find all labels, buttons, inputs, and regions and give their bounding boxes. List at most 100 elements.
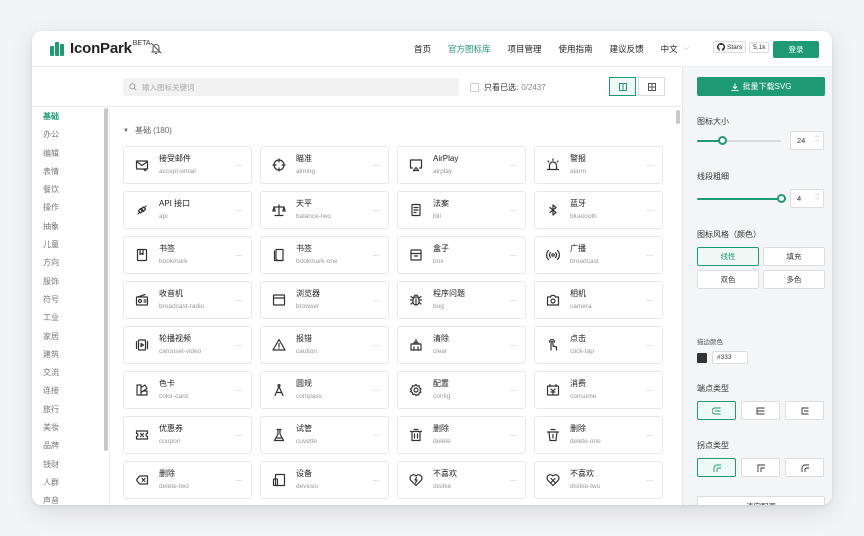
more-options-icon[interactable]: ···: [647, 206, 654, 215]
search-box[interactable]: [123, 78, 459, 96]
style-option-button[interactable]: 填充: [763, 247, 825, 266]
category-item[interactable]: 操作: [32, 199, 109, 217]
category-scrollbar[interactable]: [104, 108, 108, 451]
more-options-icon[interactable]: ···: [510, 476, 517, 485]
stroke-slider-handle[interactable]: [777, 194, 786, 203]
section-header[interactable]: ▼ 基础 (180): [123, 125, 172, 136]
linecap-round-button[interactable]: [697, 401, 736, 420]
category-item[interactable]: 编辑: [32, 145, 109, 163]
icon-card[interactable]: 警报 alarm ···: [534, 146, 663, 184]
view-small-button[interactable]: [638, 77, 665, 96]
nav-guide[interactable]: 使用指南: [559, 43, 593, 55]
icon-card[interactable]: API 接口 api ···: [123, 191, 252, 229]
more-options-icon[interactable]: ···: [510, 206, 517, 215]
style-option-button[interactable]: 线性: [697, 247, 759, 266]
category-item[interactable]: 品牌: [32, 437, 109, 455]
icon-card[interactable]: 消费 consume ···: [534, 371, 663, 409]
more-options-icon[interactable]: ···: [510, 251, 517, 260]
stroke-stepper[interactable]: ︿ ﹀: [815, 191, 820, 205]
stroke-color-input[interactable]: #333: [712, 351, 748, 364]
category-item[interactable]: 符号: [32, 291, 109, 309]
more-options-icon[interactable]: ···: [236, 296, 243, 305]
size-slider-handle[interactable]: [718, 136, 727, 145]
category-item[interactable]: 餐饮: [32, 181, 109, 199]
batch-download-button[interactable]: 批量下载SVG: [697, 77, 825, 96]
only-selected-checkbox[interactable]: [470, 83, 479, 92]
linejoin-bevel-button[interactable]: [785, 458, 824, 477]
size-input[interactable]: 24 ︿ ﹀: [790, 131, 824, 150]
content-scrollbar[interactable]: [676, 110, 680, 124]
nav-official-icons[interactable]: 官方图标库: [448, 43, 491, 55]
search-input[interactable]: [142, 82, 442, 92]
more-options-icon[interactable]: ···: [510, 386, 517, 395]
more-options-icon[interactable]: ···: [373, 476, 380, 485]
more-options-icon[interactable]: ···: [510, 341, 517, 350]
linejoin-round-button[interactable]: [697, 458, 736, 477]
linecap-square-button[interactable]: [785, 401, 824, 420]
category-item[interactable]: 声音: [32, 492, 109, 505]
more-options-icon[interactable]: ···: [236, 431, 243, 440]
only-selected-toggle[interactable]: 只看已选: 0/2437: [470, 82, 546, 93]
category-item[interactable]: 办公: [32, 126, 109, 144]
more-options-icon[interactable]: ···: [510, 161, 517, 170]
nav-projects[interactable]: 项目管理: [508, 43, 542, 55]
github-stars[interactable]: Stars 5.1k: [713, 41, 770, 53]
more-options-icon[interactable]: ···: [236, 251, 243, 260]
size-stepper[interactable]: ︿ ﹀: [815, 133, 820, 147]
nav-home[interactable]: 首页: [414, 43, 431, 55]
icon-card[interactable]: 色卡 color-card ···: [123, 371, 252, 409]
more-options-icon[interactable]: ···: [373, 386, 380, 395]
icon-card[interactable]: 相机 camera ···: [534, 281, 663, 319]
icon-card[interactable]: 点击 click-tap ···: [534, 326, 663, 364]
icon-card[interactable]: 收音机 broadcast-radio ···: [123, 281, 252, 319]
more-options-icon[interactable]: ···: [510, 431, 517, 440]
more-options-icon[interactable]: ···: [236, 386, 243, 395]
size-slider[interactable]: [697, 136, 781, 145]
more-options-icon[interactable]: ···: [236, 161, 243, 170]
category-item[interactable]: 交流: [32, 364, 109, 382]
icon-card[interactable]: 广播 broadcast ···: [534, 236, 663, 274]
more-options-icon[interactable]: ···: [373, 296, 380, 305]
icon-card[interactable]: AirPlay airplay ···: [397, 146, 526, 184]
more-options-icon[interactable]: ···: [647, 476, 654, 485]
more-options-icon[interactable]: ···: [647, 431, 654, 440]
more-options-icon[interactable]: ···: [236, 476, 243, 485]
icon-card[interactable]: 删除 delete-two ···: [123, 461, 252, 499]
icon-card[interactable]: 设备 devices ···: [260, 461, 389, 499]
category-item[interactable]: 抽象: [32, 218, 109, 236]
icon-card[interactable]: 轮播视频 carousel-video ···: [123, 326, 252, 364]
more-options-icon[interactable]: ···: [236, 206, 243, 215]
category-item[interactable]: 基础: [32, 108, 109, 126]
more-options-icon[interactable]: ···: [647, 296, 654, 305]
category-item[interactable]: 美妆: [32, 419, 109, 437]
icon-card[interactable]: 书签 bookmark-one ···: [260, 236, 389, 274]
language-select[interactable]: 中文 ⌵: [661, 43, 706, 55]
more-options-icon[interactable]: ···: [373, 161, 380, 170]
more-options-icon[interactable]: ···: [647, 386, 654, 395]
category-item[interactable]: 方向: [32, 254, 109, 272]
more-options-icon[interactable]: ···: [510, 296, 517, 305]
style-option-button[interactable]: 双色: [697, 270, 759, 289]
category-item[interactable]: 表情: [32, 163, 109, 181]
icon-card[interactable]: 配置 config ···: [397, 371, 526, 409]
icon-card[interactable]: 不喜欢 dislike ···: [397, 461, 526, 499]
icon-card[interactable]: 天平 balance-two ···: [260, 191, 389, 229]
style-option-button[interactable]: 多色: [763, 270, 825, 289]
logo[interactable]: IconPark BETA: [50, 40, 151, 57]
icon-card[interactable]: 试管 cuvette ···: [260, 416, 389, 454]
icon-card[interactable]: 蓝牙 bluetooth ···: [534, 191, 663, 229]
icon-card[interactable]: 瞄准 aiming ···: [260, 146, 389, 184]
linejoin-miter-button[interactable]: [741, 458, 780, 477]
more-options-icon[interactable]: ···: [373, 251, 380, 260]
icon-card[interactable]: 不喜欢 dislike-two ···: [534, 461, 663, 499]
bell-icon[interactable]: [150, 42, 162, 60]
icon-card[interactable]: 法案 bill ···: [397, 191, 526, 229]
more-options-icon[interactable]: ···: [647, 161, 654, 170]
icon-card[interactable]: 书签 bookmark ···: [123, 236, 252, 274]
icon-card[interactable]: 删除 delete-one ···: [534, 416, 663, 454]
category-item[interactable]: 服饰: [32, 273, 109, 291]
category-item[interactable]: 儿童: [32, 236, 109, 254]
category-item[interactable]: 建筑: [32, 346, 109, 364]
icon-card[interactable]: 优惠券 coupon ···: [123, 416, 252, 454]
category-item[interactable]: 旅行: [32, 401, 109, 419]
